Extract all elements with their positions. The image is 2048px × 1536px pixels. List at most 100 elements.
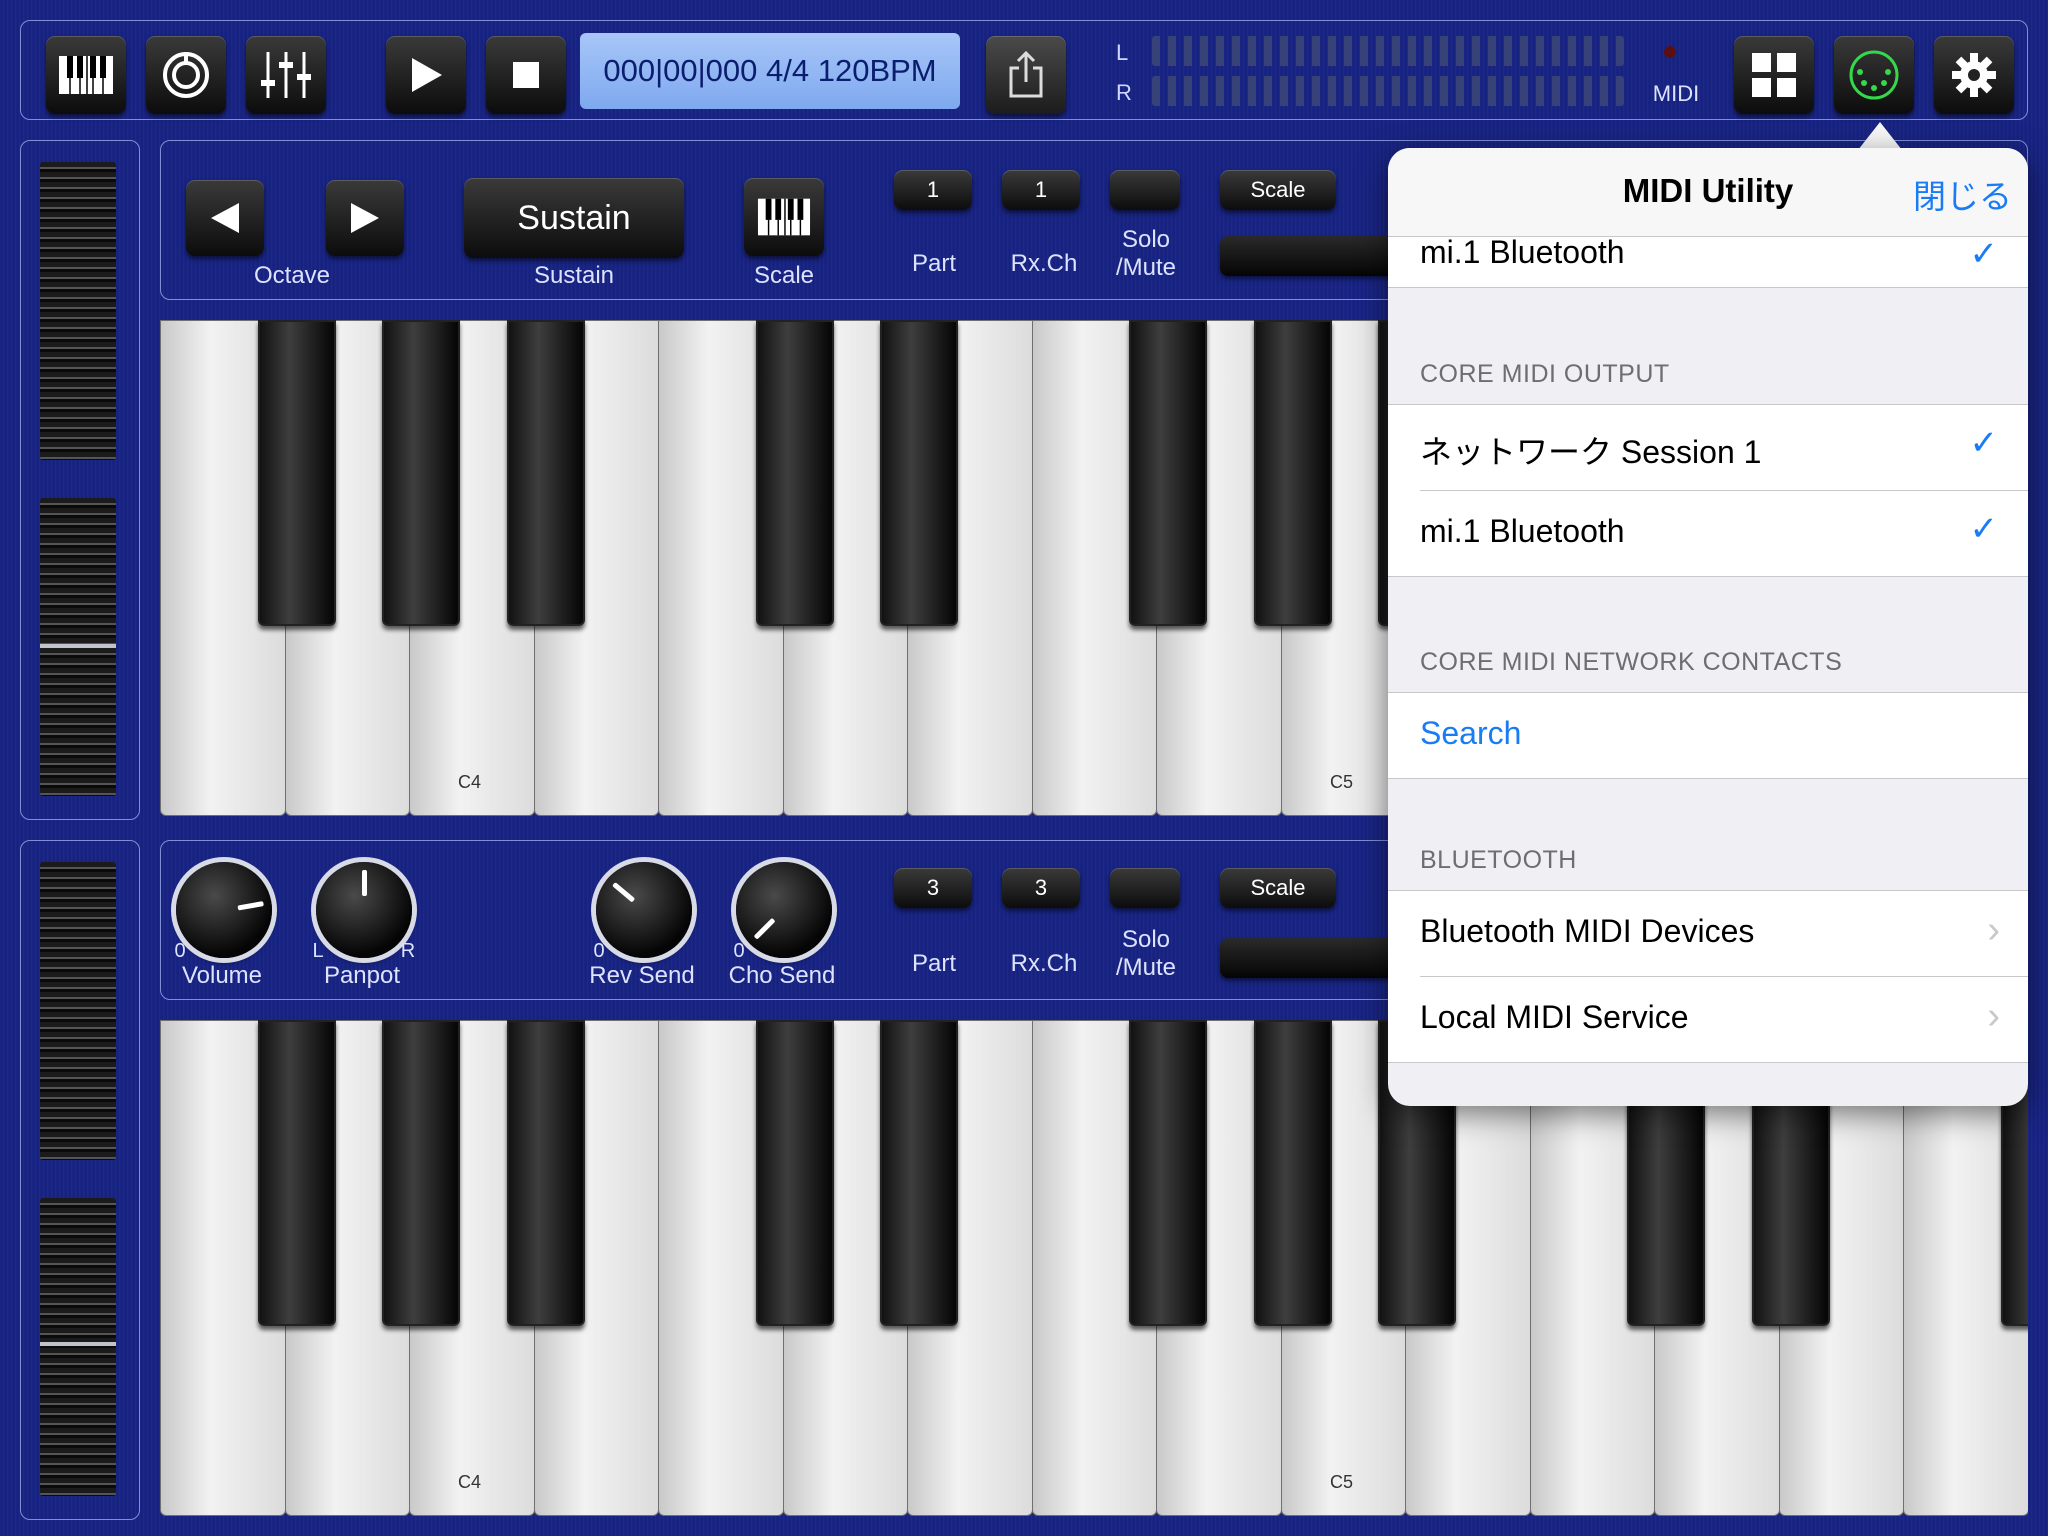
level-meter-left [1152, 36, 1624, 66]
cho-send-label: Cho Send [728, 962, 836, 989]
gear-icon [1952, 53, 1996, 97]
scale-keyboard-button[interactable] [744, 178, 824, 256]
row-divider [1388, 778, 2028, 779]
meter-right-label: R [1116, 80, 1132, 105]
piano-keys-icon [59, 56, 113, 94]
chevron-right-icon: › [1987, 909, 2000, 951]
layout-button[interactable] [1734, 36, 1814, 114]
mixer-button[interactable] [246, 36, 326, 114]
black-key[interactable] [506, 1020, 585, 1326]
volume-label: Volume [181, 962, 263, 989]
panpot-label: Panpot [323, 962, 401, 989]
part2-solo-label: Solo [1121, 926, 1171, 953]
cho-send-min-label: 0 [733, 940, 745, 962]
part1-key-c5-label: C5 [1330, 772, 1354, 792]
input-row-label: mi.1 Bluetooth [1420, 234, 1625, 270]
octave-label: Octave [253, 262, 331, 289]
cho-send-knob[interactable] [736, 862, 832, 958]
part2-key-c4-label: C4 [458, 1472, 482, 1492]
checkmark-icon: ✓ [1969, 235, 1999, 273]
row-divider [1388, 576, 2028, 577]
output-item-label: ネットワーク Session 1 [1420, 434, 1762, 470]
effect-button[interactable] [146, 36, 226, 114]
black-key[interactable] [1253, 1020, 1332, 1326]
bluetooth-item-label: Bluetooth MIDI Devices [1420, 913, 1755, 949]
sustain-label: Sustain [533, 262, 615, 289]
keyboard-view-button[interactable] [46, 36, 126, 114]
part1-part-button[interactable]: 1 [894, 170, 972, 210]
share-button[interactable] [986, 36, 1066, 114]
black-key[interactable] [1129, 1020, 1207, 1326]
network-search-row[interactable]: Search [1388, 692, 2028, 779]
part1-solo-mute-button[interactable] [1110, 170, 1180, 210]
part1-scale-button[interactable]: Scale [1220, 170, 1336, 210]
transport-display[interactable]: 000|00|000 4/4 120BPM [580, 33, 960, 109]
black-key[interactable] [382, 1020, 460, 1326]
rev-send-knob[interactable] [596, 862, 692, 958]
pitch-bend-strip-top[interactable] [40, 162, 116, 460]
midi-indicator-led [1664, 46, 1676, 58]
modulation-strip-top-marker [40, 644, 116, 648]
popover-header: MIDI Utility 閉じる [1388, 148, 2028, 237]
part2-solo-mute-button[interactable] [1110, 868, 1180, 908]
power-knob-icon [163, 52, 209, 98]
black-key[interactable] [755, 1020, 834, 1326]
local-midi-service-row[interactable]: Local MIDI Service › [1388, 977, 2028, 1063]
midi-utility-popover: mi.1 Bluetooth ✓ MIDI Utility 閉じる CORE M… [1388, 148, 2028, 1106]
output-row-mi1-bluetooth[interactable]: mi.1 Bluetooth ✓ [1388, 491, 2028, 577]
search-link[interactable]: Search [1420, 715, 1521, 752]
chevron-right-icon: › [1987, 995, 2000, 1037]
bluetooth-item-label: Local MIDI Service [1420, 999, 1689, 1035]
part2-key-c5-label: C5 [1330, 1472, 1354, 1492]
part2-rxch-button[interactable]: 3 [1002, 868, 1080, 908]
black-key[interactable] [257, 320, 336, 626]
part1-mute-label: /Mute [1115, 254, 1177, 281]
scale-label: Scale [753, 262, 815, 289]
bluetooth-midi-devices-row[interactable]: Bluetooth MIDI Devices › [1388, 890, 2028, 977]
black-key[interactable] [755, 320, 834, 626]
modulation-strip-bottom[interactable] [40, 1198, 116, 1496]
black-key[interactable] [1129, 320, 1207, 626]
octave-down-button[interactable] [186, 180, 264, 256]
part1-key-c4-label: C4 [458, 772, 482, 792]
share-icon [1009, 50, 1043, 98]
midi-label: MIDI [1652, 81, 1700, 106]
rev-send-min-label: 0 [593, 940, 605, 962]
play-button[interactable] [386, 36, 466, 114]
black-key[interactable] [1253, 320, 1332, 626]
part2-part-button[interactable]: 3 [894, 868, 972, 908]
output-row-network-session[interactable]: ネットワーク Session 1 ✓ [1388, 404, 2028, 491]
sustain-button[interactable]: Sustain [464, 178, 684, 258]
black-key[interactable] [880, 1020, 958, 1326]
black-key[interactable] [880, 320, 958, 626]
meter-left-label: L [1116, 40, 1129, 65]
black-key[interactable] [257, 1020, 336, 1326]
checkmark-icon: ✓ [1969, 510, 1999, 548]
part1-rxch-button[interactable]: 1 [1002, 170, 1080, 210]
midi-utility-button[interactable] [1834, 36, 1914, 114]
section-header-output: CORE MIDI OUTPUT [1420, 360, 1670, 388]
output-item-label: mi.1 Bluetooth [1420, 513, 1625, 549]
part1-solo-label: Solo [1121, 226, 1171, 253]
rev-send-label: Rev Send [589, 962, 695, 989]
panpot-left-label: L [312, 940, 324, 962]
volume-knob[interactable] [176, 862, 272, 958]
section-header-bluetooth: BLUETOOTH [1420, 846, 1577, 874]
settings-button[interactable] [1934, 36, 2014, 114]
part2-mute-label: /Mute [1115, 954, 1177, 981]
play-icon [412, 58, 442, 92]
stop-button[interactable] [486, 36, 566, 114]
row-divider [1388, 287, 2028, 288]
mixer-sliders-icon [261, 52, 311, 98]
stop-icon [513, 62, 539, 88]
part2-scale-button[interactable]: Scale [1220, 868, 1336, 908]
panpot-right-label: R [400, 940, 416, 962]
pitch-bend-strip-bottom[interactable] [40, 862, 116, 1160]
black-key[interactable] [382, 320, 460, 626]
close-button[interactable]: 閉じる [1913, 170, 2012, 218]
octave-up-button[interactable] [326, 180, 404, 256]
checkmark-icon: ✓ [1969, 424, 1999, 462]
row-divider [1388, 1062, 2028, 1063]
black-key[interactable] [506, 320, 585, 626]
midi-connector-icon [1849, 50, 1899, 100]
